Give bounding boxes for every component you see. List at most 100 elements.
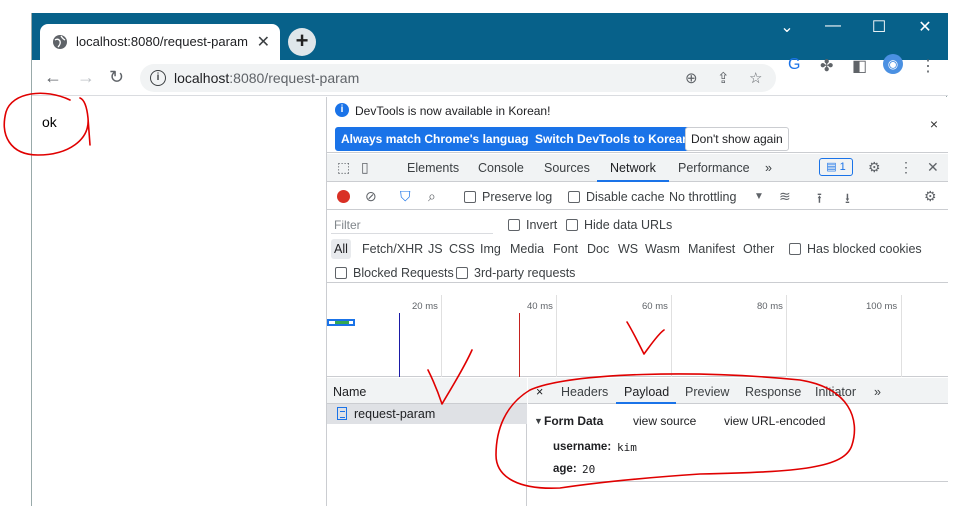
tab-initiator[interactable]: Initiator <box>815 385 856 399</box>
filter-input[interactable]: Filter <box>331 216 493 234</box>
throttling-select[interactable]: No throttling <box>669 190 736 204</box>
filter-funnel-icon[interactable]: ⛉ <box>400 188 411 205</box>
filter-type-wasm[interactable]: Wasm <box>645 242 680 256</box>
infobar-message: DevTools is now available in Korean! <box>355 104 551 118</box>
filter-type-doc[interactable]: Doc <box>587 242 609 256</box>
extensions-puzzle-icon[interactable]: ✤ <box>820 56 833 76</box>
filter-type-media[interactable]: Media <box>510 242 544 256</box>
disable-cache-label: Disable cache <box>586 190 665 204</box>
tab-payload[interactable]: Payload <box>624 385 669 399</box>
close-devtools-icon[interactable]: ✕ <box>927 159 939 176</box>
tab-performance[interactable]: Performance <box>678 161 750 175</box>
blocked-requests-checkbox[interactable] <box>335 267 347 279</box>
tab-close-icon[interactable]: ✕ <box>257 32 270 52</box>
tab-network[interactable]: Network <box>610 161 656 175</box>
close-window-button[interactable]: ✕ <box>910 17 940 37</box>
preserve-log-checkbox[interactable] <box>464 191 476 203</box>
back-arrow-icon[interactable]: ← <box>44 67 62 88</box>
switch-to-korean-button[interactable]: Switch DevTools to Korean <box>529 127 696 151</box>
clear-icon[interactable]: ⊘ <box>365 188 377 205</box>
zoom-icon[interactable]: ⊕ <box>685 69 698 87</box>
expand-triangle-icon[interactable]: ▼ <box>534 416 543 426</box>
translate-extension-icon[interactable]: G <box>788 56 800 74</box>
url-path: :8080/request-param <box>229 70 360 86</box>
filter-type-font[interactable]: Font <box>553 242 578 256</box>
side-panel-icon[interactable]: ◧ <box>852 56 867 76</box>
new-tab-button[interactable]: + <box>288 28 316 56</box>
has-blocked-cookies-checkbox[interactable] <box>789 243 801 255</box>
column-name: Name <box>333 385 367 399</box>
browser-tab[interactable]: localhost:8080/request-param ✕ <box>40 24 280 60</box>
request-row[interactable]: request-param <box>327 404 527 424</box>
disable-cache-checkbox[interactable] <box>568 191 580 203</box>
form-data-title[interactable]: Form Data <box>544 414 603 428</box>
hide-data-urls-label: Hide data URLs <box>584 218 673 232</box>
load-event-line <box>519 313 520 377</box>
invert-checkbox[interactable] <box>508 219 520 231</box>
tab-search-dropdown-icon[interactable]: ⌄ <box>772 17 802 37</box>
reload-icon[interactable]: ↻ <box>109 67 124 88</box>
tab-console[interactable]: Console <box>478 161 524 175</box>
invert-label: Invert <box>526 218 558 232</box>
filter-type-js[interactable]: JS <box>428 242 443 256</box>
hide-data-urls-checkbox[interactable] <box>566 219 578 231</box>
filter-type-fetch-xhr[interactable]: Fetch/XHR <box>362 242 423 256</box>
export-har-icon[interactable]: ⭳ <box>845 188 850 212</box>
language-infobar: i DevTools is now available in Korean! A… <box>327 97 948 153</box>
third-party-checkbox[interactable] <box>456 267 468 279</box>
tab-response[interactable]: Response <box>745 385 801 399</box>
tab-elements[interactable]: Elements <box>407 161 459 175</box>
has-blocked-cookies-label: Has blocked cookies <box>807 242 922 256</box>
filter-type-ws[interactable]: WS <box>618 242 638 256</box>
settings-gear-icon[interactable]: ⚙ <box>868 159 881 176</box>
view-source-link[interactable]: view source <box>633 414 696 428</box>
tab-headers[interactable]: Headers <box>561 385 608 399</box>
tick-label: 100 ms <box>866 301 898 312</box>
tick-label: 40 ms <box>527 301 553 312</box>
view-url-encoded-link[interactable]: view URL-encoded <box>724 414 825 428</box>
url-text: localhost:8080/request-param <box>174 70 359 86</box>
more-tabs-icon[interactable]: » <box>874 385 881 399</box>
network-overview-timeline[interactable]: 20 ms 40 ms 60 ms 80 ms 100 ms <box>327 295 948 377</box>
network-conditions-icon[interactable]: ≋ <box>779 188 791 205</box>
tick-line <box>901 295 902 377</box>
info-icon: i <box>335 103 349 117</box>
import-har-icon[interactable]: ⭱ <box>817 188 822 212</box>
filter-type-all[interactable]: All <box>331 239 351 259</box>
infobar-close-icon[interactable]: × <box>930 116 938 132</box>
share-icon[interactable]: ⇪ <box>717 69 730 87</box>
bookmark-star-icon[interactable]: ☆ <box>749 69 762 87</box>
form-field-value: kim <box>617 441 637 454</box>
network-settings-gear-icon[interactable]: ⚙ <box>924 188 937 205</box>
device-toolbar-icon[interactable]: ▯ <box>361 159 369 176</box>
record-icon[interactable] <box>337 190 350 203</box>
forward-arrow-icon[interactable]: → <box>77 67 95 88</box>
tab-sources[interactable]: Sources <box>544 161 590 175</box>
page-body-text: ok <box>42 114 57 130</box>
tab-preview[interactable]: Preview <box>685 385 729 399</box>
request-list-header[interactable]: Name <box>327 378 527 404</box>
form-field-value: 20 <box>582 463 596 476</box>
maximize-button[interactable]: ☐ <box>864 17 894 37</box>
minimize-button[interactable]: — <box>818 17 848 35</box>
always-match-language-button[interactable]: Always match Chrome's language <box>335 127 542 151</box>
site-info-icon[interactable]: i <box>150 70 166 86</box>
issues-badge[interactable]: ▤ 1 <box>819 158 853 176</box>
more-panels-icon[interactable]: » <box>765 161 772 175</box>
request-details: × Headers Payload Preview Response Initi… <box>528 378 948 506</box>
chrome-menu-icon[interactable]: ⋮ <box>920 56 936 76</box>
close-details-icon[interactable]: × <box>536 385 543 399</box>
filter-type-css[interactable]: CSS <box>449 242 475 256</box>
search-icon[interactable]: ⌕ <box>428 188 436 205</box>
page-content: ok <box>32 97 326 506</box>
network-toolbar: ⊘ ⛉ ⌕ Preserve log Disable cache No thro… <box>327 183 948 210</box>
filter-type-img[interactable]: Img <box>480 242 501 256</box>
address-bar[interactable]: i localhost:8080/request-param ⊕ ⇪ ☆ <box>140 64 776 92</box>
dont-show-again-button[interactable]: Don't show again <box>685 127 789 151</box>
filter-type-manifest[interactable]: Manifest <box>688 242 735 256</box>
filter-type-other[interactable]: Other <box>743 242 774 256</box>
inspect-element-icon[interactable]: ⬚ <box>337 159 350 176</box>
profile-avatar-icon[interactable]: ◉ <box>883 54 903 74</box>
more-options-icon[interactable]: ⋮ <box>899 159 913 176</box>
chevron-down-icon[interactable]: ▼ <box>754 191 764 202</box>
